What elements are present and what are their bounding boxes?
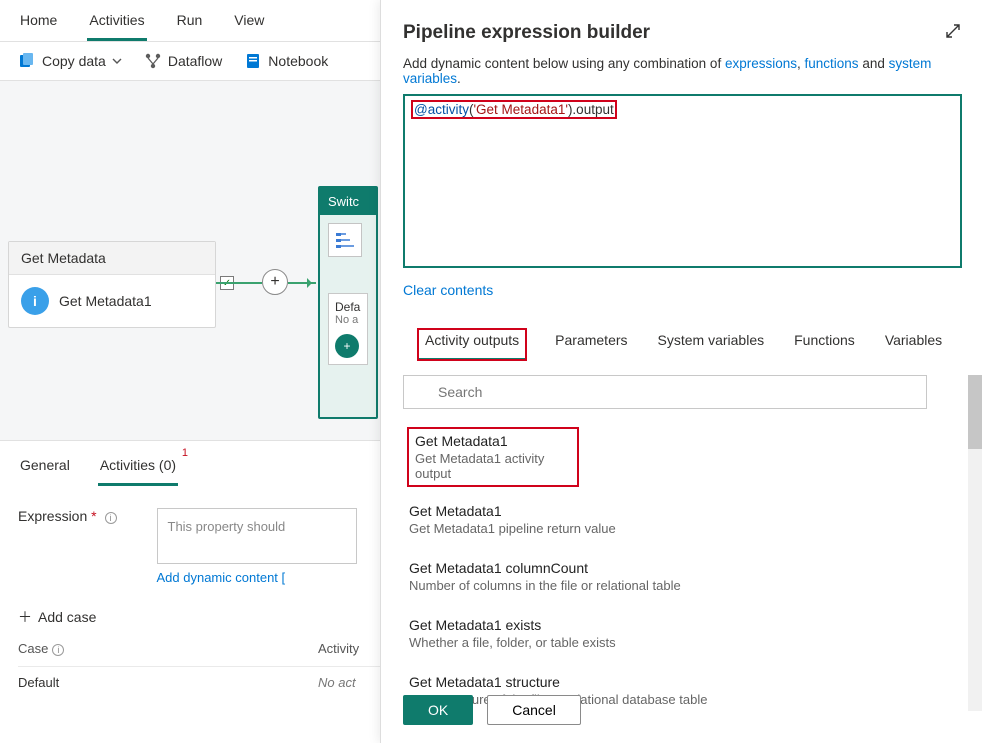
result-title: Get Metadata1	[415, 433, 571, 449]
copy-data-label: Copy data	[42, 53, 106, 69]
copy-data-icon	[18, 52, 36, 70]
case-activity: No act	[318, 675, 356, 690]
results-list: Get Metadata1 Get Metadata1 activity out…	[407, 427, 962, 715]
nav-run[interactable]: Run	[175, 8, 205, 41]
info-icon[interactable]: i	[105, 512, 117, 524]
switch-default-label: Defa	[335, 300, 361, 314]
result-title: Get Metadata1 exists	[409, 617, 960, 633]
scrollbar[interactable]	[968, 375, 982, 711]
dataflow-button[interactable]: Dataflow	[144, 52, 222, 70]
info-icon: i	[21, 287, 49, 315]
list-item[interactable]: Get Metadata1 exists Whether a file, fol…	[407, 611, 962, 658]
notebook-label: Notebook	[268, 53, 328, 69]
expression-input[interactable]: This property should	[157, 508, 357, 564]
result-title: Get Metadata1	[409, 503, 960, 519]
nav-home[interactable]: Home	[18, 8, 59, 41]
result-sub: Get Metadata1 activity output	[415, 451, 571, 481]
error-badge: 1	[182, 447, 188, 459]
required-indicator: *	[91, 508, 96, 524]
scrollbar-thumb[interactable]	[968, 375, 982, 449]
dataflow-icon	[144, 52, 162, 70]
tab-activities[interactable]: Activities (0) 1	[98, 451, 178, 486]
search-input[interactable]	[403, 375, 927, 409]
expressions-link[interactable]: expressions	[725, 56, 797, 71]
tab-variables[interactable]: Variables	[883, 328, 944, 361]
list-item[interactable]: Get Metadata1 columnCount Number of colu…	[407, 554, 962, 601]
list-item[interactable]: Get Metadata1 Get Metadata1 activity out…	[407, 427, 579, 487]
result-sub: Number of columns in the file or relatio…	[409, 578, 960, 593]
expression-builder-panel: Pipeline expression builder Add dynamic …	[380, 0, 984, 743]
functions-link[interactable]: functions	[805, 56, 859, 71]
panel-description: Add dynamic content below using any comb…	[403, 56, 962, 86]
get-metadata-activity[interactable]: Get Metadata i Get Metadata1	[8, 241, 216, 328]
col-case: Case	[18, 641, 48, 656]
result-title: Get Metadata1 columnCount	[409, 560, 960, 576]
result-sub: Whether a file, folder, or table exists	[409, 635, 960, 650]
list-item[interactable]: Get Metadata1 Get Metadata1 pipeline ret…	[407, 497, 962, 544]
tab-functions[interactable]: Functions	[792, 328, 857, 361]
switch-flow-icon	[328, 223, 362, 257]
notebook-icon	[244, 52, 262, 70]
expression-label: Expression	[18, 508, 87, 524]
add-case-label: Add case	[38, 609, 96, 625]
tab-system-variables[interactable]: System variables	[656, 328, 767, 361]
result-sub: Get Metadata1 pipeline return value	[409, 521, 960, 536]
result-title: Get Metadata1 structure	[409, 674, 960, 690]
switch-title: Switc	[320, 188, 376, 215]
ok-button[interactable]: OK	[403, 695, 473, 725]
plus-icon: ＋	[18, 607, 32, 627]
chevron-down-icon	[112, 53, 122, 69]
dataflow-label: Dataflow	[168, 53, 222, 69]
tab-general[interactable]: General	[18, 451, 72, 486]
activity-name: Get Metadata1	[59, 293, 152, 309]
activity-type-label: Get Metadata	[9, 242, 215, 275]
copy-data-button[interactable]: Copy data	[18, 52, 122, 70]
category-tabs: Activity outputs Parameters System varia…	[403, 328, 962, 361]
add-dynamic-content-link[interactable]: Add dynamic content [	[157, 570, 357, 585]
switch-add-button[interactable]: +	[335, 334, 359, 358]
tab-activities-label: Activities (0)	[100, 457, 176, 473]
nav-activities[interactable]: Activities	[87, 8, 146, 41]
code-string: 'Get Metadata1'	[473, 102, 567, 117]
cancel-button[interactable]: Cancel	[487, 695, 581, 725]
expand-icon[interactable]	[944, 22, 962, 45]
case-name: Default	[18, 675, 318, 690]
switch-default-case[interactable]: Defa No a +	[328, 293, 368, 365]
switch-activity[interactable]: Switc Defa No a +	[318, 186, 378, 419]
expression-editor[interactable]: @activity('Get Metadata1').output	[403, 94, 962, 268]
nav-view[interactable]: View	[232, 8, 266, 41]
switch-default-sub: No a	[335, 314, 361, 326]
panel-title: Pipeline expression builder	[403, 22, 962, 44]
code-function: @activity	[414, 102, 469, 117]
col-activity: Activity	[318, 641, 359, 656]
notebook-button[interactable]: Notebook	[244, 52, 328, 70]
info-icon[interactable]: i	[52, 644, 64, 656]
code-tail: ).output	[568, 102, 614, 117]
clear-contents-link[interactable]: Clear contents	[403, 282, 962, 298]
tab-parameters[interactable]: Parameters	[553, 328, 629, 361]
tab-activity-outputs[interactable]: Activity outputs	[417, 328, 527, 361]
add-activity-button[interactable]: +	[262, 269, 288, 295]
